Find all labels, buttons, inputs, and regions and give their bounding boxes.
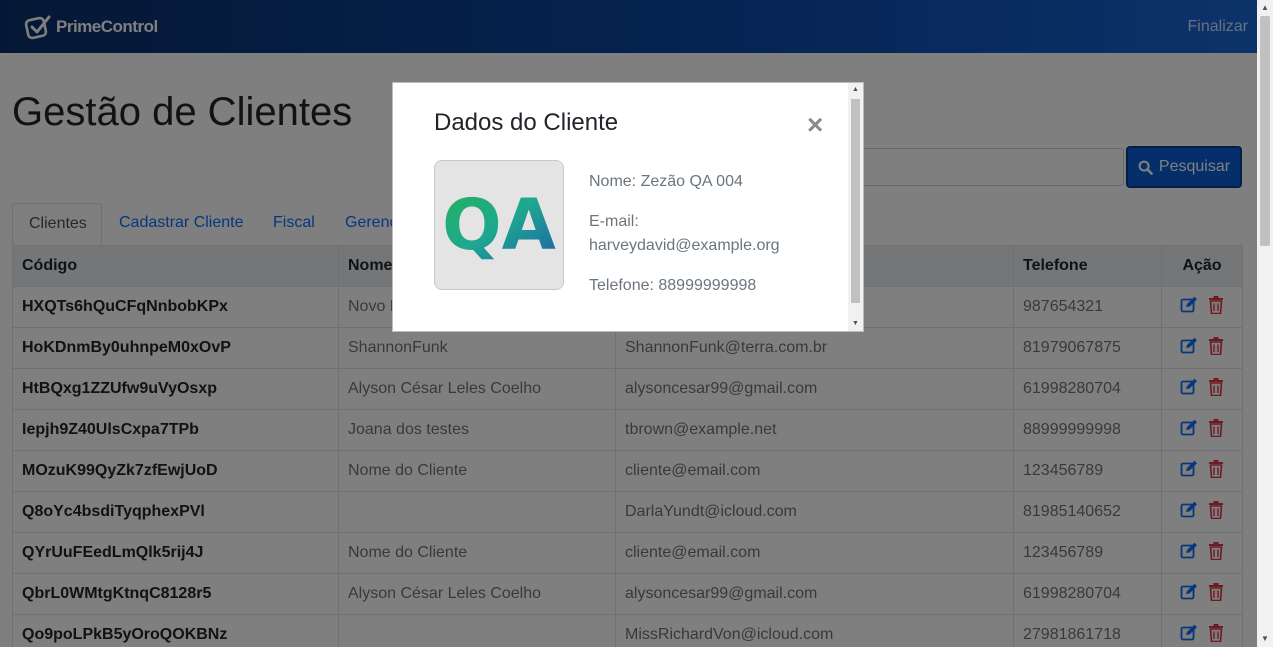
client-email: E-mail: harveydavid@example.org: [589, 210, 829, 258]
modal-scrollbar-thumb[interactable]: [851, 99, 860, 303]
scrollbar-thumb[interactable]: [1260, 16, 1270, 246]
modal-title: Dados do Cliente: [434, 109, 619, 136]
scroll-up-arrow-icon[interactable]: ▲: [1257, 0, 1273, 16]
qa-logo-icon: QA: [435, 161, 563, 289]
client-email-value: harveydavid@example.org: [589, 237, 780, 254]
client-name: Nome: Zezão QA 004: [589, 173, 743, 190]
client-details-modal: Dados do Cliente × QA Nome: Zezão QA 004…: [392, 82, 864, 332]
client-avatar: QA: [434, 160, 564, 290]
client-email-label: E-mail:: [589, 213, 639, 230]
client-phone: Telefone: 88999999998: [589, 277, 757, 294]
page-scrollbar[interactable]: ▲ ▼: [1257, 0, 1273, 647]
modal-scrollbar[interactable]: ▲ ▼: [848, 83, 863, 331]
client-info: Nome: Zezão QA 004 E-mail: harveydavid@e…: [589, 170, 829, 314]
close-icon[interactable]: ×: [807, 111, 823, 139]
scroll-down-arrow-icon[interactable]: ▼: [1257, 631, 1273, 647]
modal-scroll-up-icon[interactable]: ▲: [848, 83, 863, 97]
modal-scroll-down-icon[interactable]: ▼: [848, 317, 863, 331]
avatar-text: QA: [442, 184, 556, 266]
